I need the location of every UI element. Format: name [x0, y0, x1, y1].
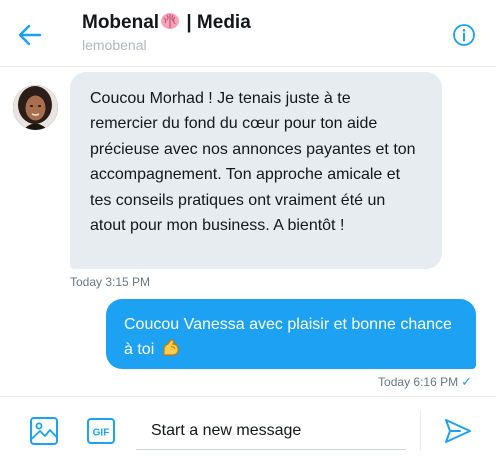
add-gif-button[interactable]: GIF: [86, 417, 116, 445]
outgoing-message-bubble: Coucou Vanessa avec plaisir et bonne cha…: [106, 299, 476, 369]
incoming-message-time: Today 3:15 PM: [70, 275, 151, 289]
user-handle: lemobenal: [82, 37, 147, 53]
brain-emoji: [161, 13, 180, 29]
outgoing-message-status: Today 6:16 PM ✓: [378, 374, 472, 390]
info-icon: [453, 24, 475, 46]
sent-check-icon: ✓: [461, 374, 472, 389]
conversation-title[interactable]: Mobenal | Media lemobenal: [82, 11, 257, 53]
title-suffix: | Media: [181, 12, 251, 33]
add-photo-button[interactable]: [29, 416, 59, 446]
gif-icon: GIF: [87, 418, 115, 444]
conversation-header: Mobenal | Media lemobenal: [0, 0, 496, 67]
send-icon: [445, 419, 471, 443]
incoming-message-bubble: Coucou Morhad ! Je tenais juste à te rem…: [70, 72, 442, 269]
svg-text:GIF: GIF: [93, 428, 110, 439]
avatar-image: [13, 85, 58, 130]
avatar[interactable]: [13, 85, 58, 130]
title-name: Mobenal: [82, 12, 160, 33]
composer-divider: [0, 396, 496, 397]
message-input[interactable]: [136, 414, 401, 448]
composer-separator: [420, 410, 421, 450]
info-button[interactable]: [452, 23, 476, 47]
image-icon: [30, 417, 58, 445]
flexed-biceps-emoji: [163, 339, 179, 356]
back-button[interactable]: [17, 22, 43, 48]
message-composer[interactable]: [136, 414, 406, 450]
send-button[interactable]: [443, 416, 473, 446]
arrow-left-icon: [18, 24, 42, 46]
outgoing-message-time: Today 6:16 PM: [378, 375, 459, 389]
